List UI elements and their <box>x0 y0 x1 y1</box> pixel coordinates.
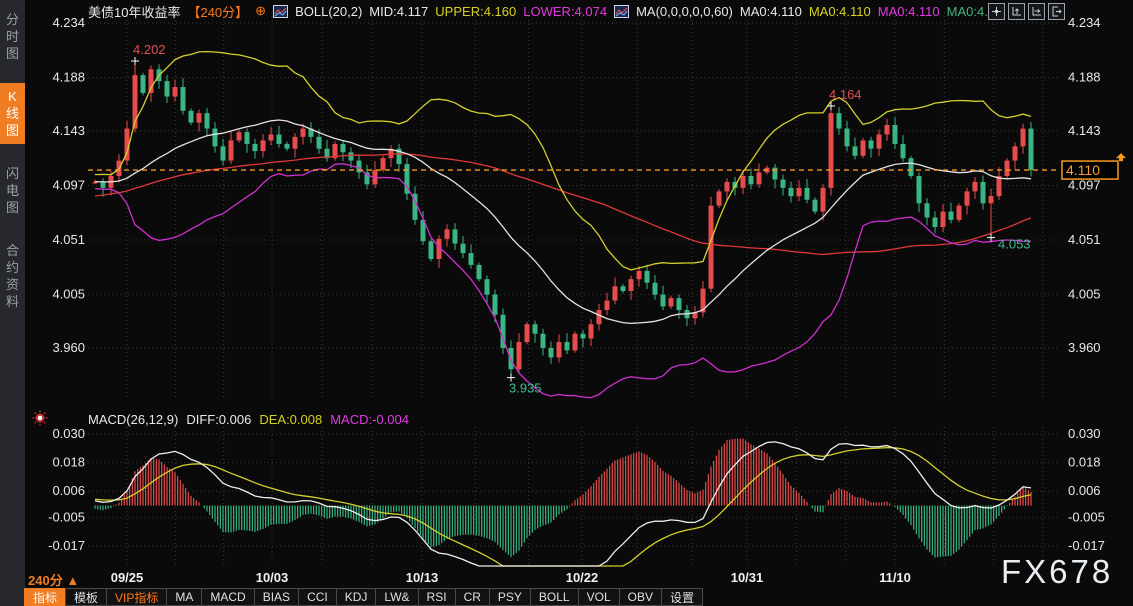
zoom-vertical-icon[interactable] <box>1008 3 1025 20</box>
symbol-title: 美债10年收益率 <box>88 2 180 21</box>
x-axis-date: 11/10 <box>873 570 917 585</box>
svg-text:0.006: 0.006 <box>52 483 85 498</box>
svg-text:4.097: 4.097 <box>52 177 85 192</box>
tab-MA[interactable]: MA <box>166 588 202 606</box>
sidebar-item-1[interactable]: K线图 <box>0 83 25 144</box>
svg-text:4.143: 4.143 <box>1068 123 1101 138</box>
sidebar-item-3[interactable]: 合约资料 <box>0 237 25 315</box>
svg-text:0.006: 0.006 <box>1068 483 1101 498</box>
tab-MACD[interactable]: MACD <box>201 588 254 606</box>
sidebar-item-0[interactable]: 分时图 <box>0 6 25 67</box>
svg-text:4.143: 4.143 <box>52 123 85 138</box>
svg-text:3.960: 3.960 <box>52 340 85 355</box>
chart-canvas[interactable]: 4.2344.2344.1884.1884.1434.1434.0974.097… <box>0 0 1133 606</box>
svg-text:4.188: 4.188 <box>52 70 85 85</box>
tab-BOLL[interactable]: BOLL <box>530 588 579 606</box>
current-price-badge: 4.110 <box>1062 153 1126 179</box>
tab-KDJ[interactable]: KDJ <box>336 588 377 606</box>
ma-value-3: MA0:4.110 <box>878 4 940 19</box>
boll-name: BOLL(20,2) <box>295 4 362 19</box>
svg-text:4.005: 4.005 <box>52 287 85 302</box>
svg-text:4.110: 4.110 <box>1066 162 1100 178</box>
macd-diff-value: DIFF:0.006 <box>186 412 251 427</box>
svg-text:4.051: 4.051 <box>52 232 85 247</box>
tab-VIP指标[interactable]: VIP指标 <box>106 588 167 606</box>
chart-tool-icons <box>988 3 1065 20</box>
x-axis-row: 240分 ▲ 09/25 10/03 10/13 10/22 10/31 11/10 <box>25 569 1133 588</box>
period-selector[interactable]: 240分 ▲ <box>28 570 79 589</box>
tab-指标[interactable]: 指标 <box>24 588 66 606</box>
svg-text:-0.005: -0.005 <box>1068 509 1105 524</box>
tab-设置[interactable]: 设置 <box>661 588 703 606</box>
sidebar-item-2[interactable]: 闪电图 <box>0 160 25 221</box>
macd-panel <box>95 438 1031 566</box>
indicator-tabbar: 指标模板VIP指标MAMACDBIASCCIKDJLW&RSICRPSYBOLL… <box>25 588 703 606</box>
svg-text:0.018: 0.018 <box>1068 455 1101 470</box>
boll-ma-lines <box>95 52 1031 398</box>
svg-text:-0.017: -0.017 <box>48 538 85 553</box>
ma-value-1: MA0:4.110 <box>740 4 802 19</box>
tab-VOL[interactable]: VOL <box>578 588 620 606</box>
add-indicator-icon[interactable]: ⊕ <box>255 3 266 19</box>
tab-PSY[interactable]: PSY <box>489 588 531 606</box>
svg-text:4.234: 4.234 <box>1068 15 1101 30</box>
boll-indicator-icon[interactable] <box>273 5 288 18</box>
svg-text:-0.017: -0.017 <box>1068 538 1105 553</box>
pan-right-icon[interactable] <box>1048 3 1065 20</box>
svg-text:4.188: 4.188 <box>1068 70 1101 85</box>
svg-text:3.960: 3.960 <box>1068 340 1101 355</box>
axis-labels: 4.2344.2344.1884.1884.1434.1434.0974.097… <box>48 15 1105 553</box>
ma-name: MA(0,0,0,0,0,60) <box>636 4 733 19</box>
svg-text:0.030: 0.030 <box>1068 426 1101 441</box>
x-axis-date: 09/25 <box>105 570 149 585</box>
svg-text:0.030: 0.030 <box>52 426 85 441</box>
svg-text:3.935: 3.935 <box>509 381 542 396</box>
tab-BIAS[interactable]: BIAS <box>254 588 299 606</box>
tab-CCI[interactable]: CCI <box>298 588 337 606</box>
x-axis-date: 10/13 <box>400 570 444 585</box>
svg-text:4.164: 4.164 <box>829 87 862 102</box>
svg-text:0.018: 0.018 <box>52 455 85 470</box>
period-badge[interactable]: 【240分】 <box>187 2 248 21</box>
live-indicator-icon <box>32 410 48 431</box>
tab-OBV[interactable]: OBV <box>619 588 662 606</box>
x-axis-date: 10/31 <box>725 570 769 585</box>
tab-RSI[interactable]: RSI <box>418 588 456 606</box>
macd-name: MACD(26,12,9) <box>88 412 178 427</box>
indicator-header: 美债10年收益率 【240分】 ⊕ BOLL(20,2) MID:4.117 U… <box>88 3 995 19</box>
svg-text:4.053: 4.053 <box>998 237 1031 252</box>
x-axis-date: 10/03 <box>250 570 294 585</box>
fx678-watermark: FX678 <box>1001 553 1113 591</box>
arrow-up-icon: ▲ <box>66 573 79 588</box>
crosshair-icon[interactable] <box>988 3 1005 20</box>
macd-header: MACD(26,12,9) DIFF:0.006 DEA:0.008 MACD:… <box>88 411 409 427</box>
tab-LW&[interactable]: LW& <box>375 588 418 606</box>
ma-value-2: MA0:4.110 <box>809 4 871 19</box>
tab-模板[interactable]: 模板 <box>65 588 107 606</box>
macd-macd-value: MACD:-0.004 <box>330 412 409 427</box>
ma-indicator-icon[interactable] <box>614 5 629 18</box>
tab-CR[interactable]: CR <box>455 588 490 606</box>
svg-text:-0.005: -0.005 <box>48 509 85 524</box>
svg-text:4.005: 4.005 <box>1068 287 1101 302</box>
boll-upper-value: UPPER:4.160 <box>435 4 516 19</box>
boll-mid-value: MID:4.117 <box>369 4 428 19</box>
boll-lower-value: LOWER:4.074 <box>523 4 607 19</box>
chart-mode-sidebar: 分时图 K线图闪电图合约资料 <box>0 0 25 606</box>
macd-dea-value: DEA:0.008 <box>259 412 322 427</box>
gridlines <box>88 12 1060 564</box>
x-axis-date: 10/22 <box>560 570 604 585</box>
chart-window: 4.2344.2344.1884.1884.1434.1434.0974.097… <box>0 0 1133 606</box>
zoom-horizontal-icon[interactable] <box>1028 3 1045 20</box>
svg-text:4.234: 4.234 <box>52 15 85 30</box>
svg-text:4.202: 4.202 <box>133 42 166 57</box>
svg-text:4.051: 4.051 <box>1068 232 1101 247</box>
